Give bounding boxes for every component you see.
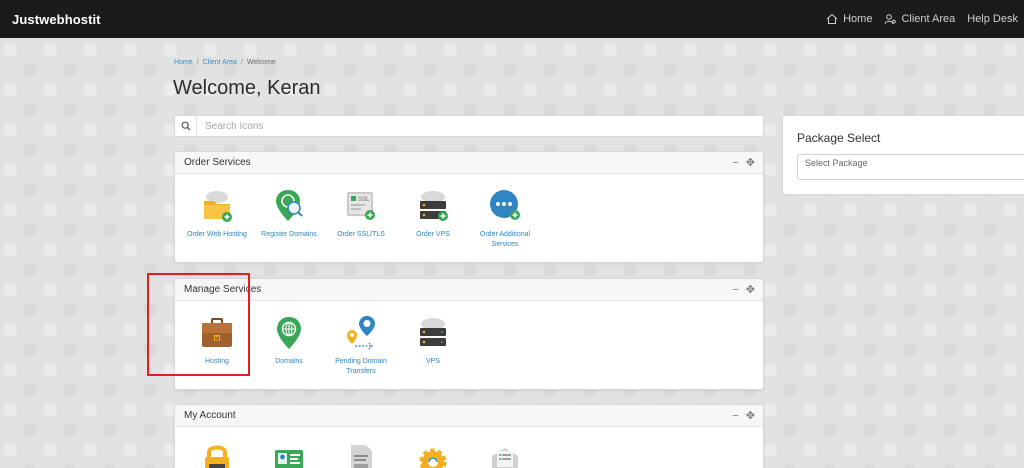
breadcrumb-current: Welcome: [246, 59, 276, 66]
nav-help-desk[interactable]: Help Desk: [967, 13, 1018, 25]
tile-label: Register Domains: [261, 231, 317, 238]
server-cloud-add-icon: [413, 186, 453, 226]
my-account-panel: My Account − ✥: [174, 404, 764, 468]
top-nav: Home Client Area Help Desk: [826, 13, 1024, 25]
invoice-document-icon: [341, 439, 381, 468]
move-icon[interactable]: ✥: [746, 409, 755, 422]
user-gear-icon: [884, 14, 897, 25]
tile-label: Domains: [275, 358, 303, 365]
panel-title: Order Services: [184, 157, 251, 168]
tile-settings[interactable]: [397, 439, 469, 468]
domain-transfer-icon: [341, 313, 381, 353]
manage-services-panel: Manage Services − ✥ M Hosting Domains Pe…: [174, 278, 764, 390]
tile-pending-domain-transfers[interactable]: Pending Domain Transfers: [325, 313, 397, 377]
panel-title: My Account: [184, 410, 236, 421]
tile-label: Order Additional Services: [479, 231, 531, 248]
email-envelope-icon: [485, 439, 525, 468]
folder-cloud-add-icon: [197, 186, 237, 226]
tile-vps[interactable]: VPS: [397, 313, 469, 377]
globe-pin-icon: [269, 313, 309, 353]
tile-order-additional-services[interactable]: Order Additional Services: [469, 186, 541, 250]
breadcrumb-client-area[interactable]: Client Area: [203, 59, 237, 66]
id-card-icon: [269, 439, 309, 468]
breadcrumb-home[interactable]: Home: [174, 59, 193, 66]
tile-profile[interactable]: [253, 439, 325, 468]
nav-home-label: Home: [843, 13, 873, 25]
move-icon[interactable]: ✥: [746, 283, 755, 296]
more-services-add-icon: [485, 186, 525, 226]
domain-search-pin-icon: [269, 186, 309, 226]
move-icon[interactable]: ✥: [746, 156, 755, 169]
tile-label: Order SSL/TLS: [337, 231, 385, 238]
tile-order-vps[interactable]: Order VPS: [397, 186, 469, 250]
order-services-panel: Order Services − ✥ Order Web Hosting Reg…: [174, 151, 764, 263]
tile-label: Order VPS: [416, 231, 450, 238]
nav-help-desk-label: Help Desk: [967, 13, 1018, 25]
top-navbar: Justwebhostit Home Client Area Help Desk: [0, 0, 1024, 38]
tile-label: Order Web Hosting: [187, 231, 247, 238]
tile-order-web-hosting[interactable]: Order Web Hosting: [181, 186, 253, 250]
tile-label: Pending Domain Transfers: [335, 358, 387, 375]
nav-client-area-label: Client Area: [901, 13, 956, 25]
search-bar: [174, 115, 764, 137]
search-input[interactable]: [197, 120, 697, 132]
breadcrumb: Home / Client Area / Welcome: [174, 59, 276, 66]
page-title: Welcome, Keran: [173, 77, 321, 99]
tile-invoices[interactable]: [325, 439, 397, 468]
tile-emails[interactable]: [469, 439, 541, 468]
minimize-icon[interactable]: −: [732, 410, 738, 422]
highlight-annotation: [147, 273, 250, 376]
svg-text:SSL: SSL: [358, 197, 370, 203]
ssl-certificate-icon: SSL: [341, 186, 381, 226]
tile-register-domains[interactable]: Register Domains: [253, 186, 325, 250]
tile-domains[interactable]: Domains: [253, 313, 325, 377]
minimize-icon[interactable]: −: [732, 157, 738, 169]
nav-client-area[interactable]: Client Area: [884, 13, 955, 25]
password-lock-icon: [197, 439, 237, 468]
server-cloud-icon: [413, 313, 453, 353]
settings-gear-icon: [413, 439, 453, 468]
nav-home[interactable]: Home: [826, 13, 872, 25]
tile-order-ssl[interactable]: SSL Order SSL/TLS: [325, 186, 397, 250]
package-select-panel: Package Select Select Package: [782, 115, 1024, 195]
package-select-dropdown[interactable]: Select Package: [797, 154, 1024, 180]
home-icon: [826, 13, 838, 24]
brand-logo[interactable]: Justwebhostit: [0, 12, 101, 27]
tile-password[interactable]: [181, 439, 253, 468]
minimize-icon[interactable]: −: [732, 284, 738, 296]
search-icon[interactable]: [175, 116, 197, 136]
package-select-title: Package Select: [797, 131, 881, 145]
tile-label: VPS: [425, 358, 440, 365]
